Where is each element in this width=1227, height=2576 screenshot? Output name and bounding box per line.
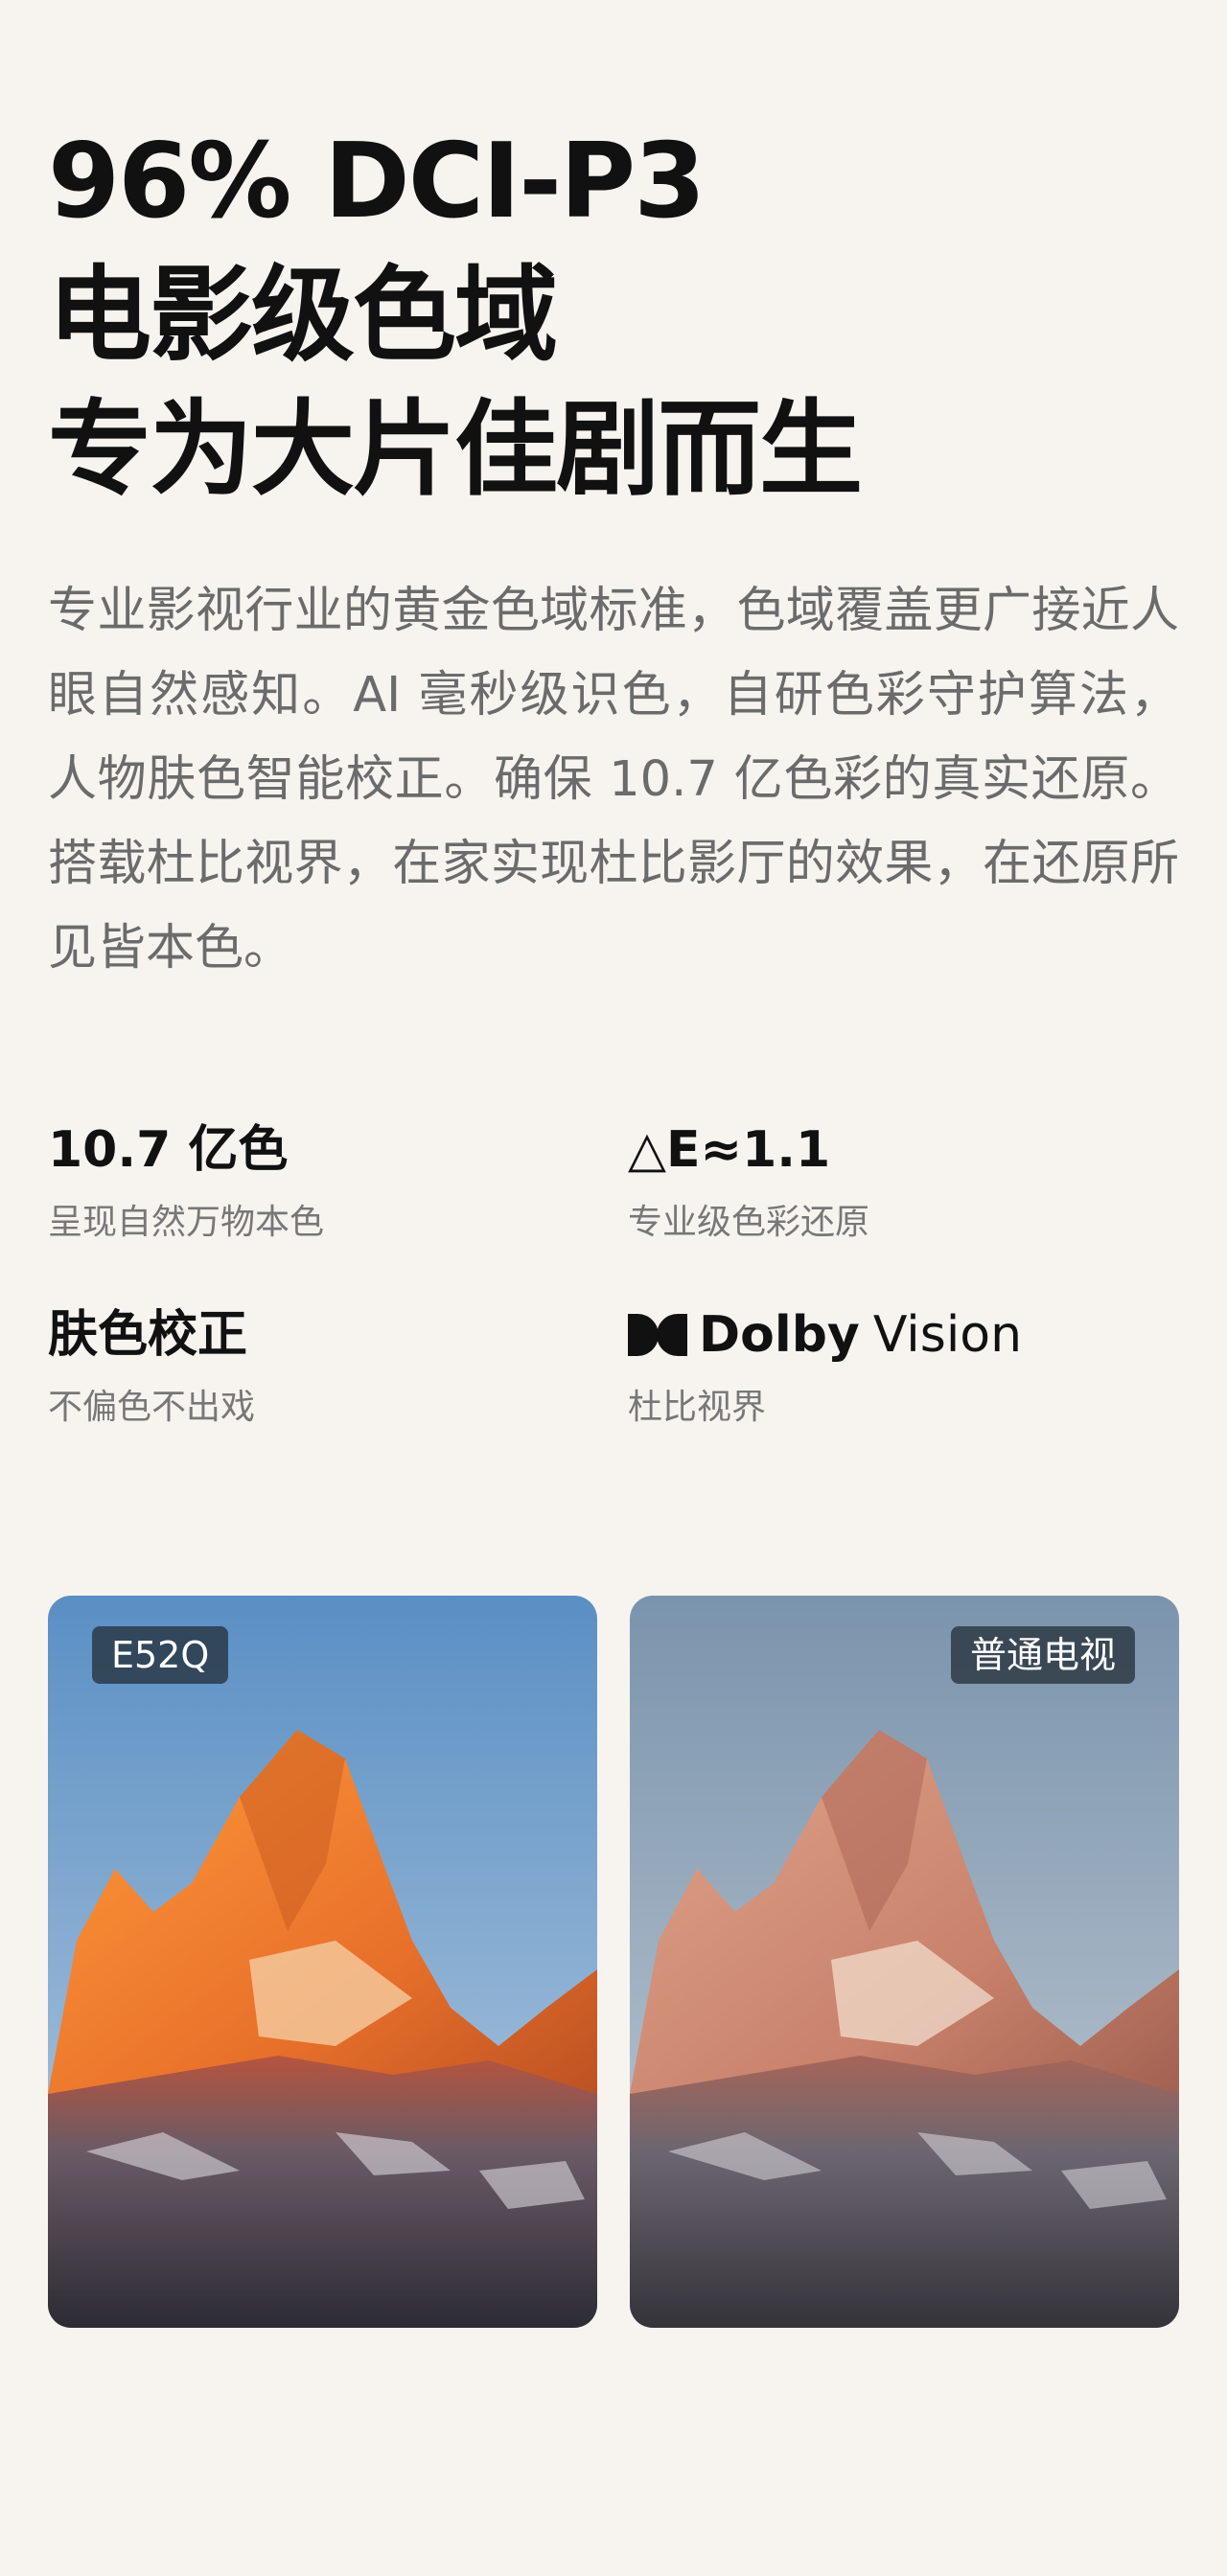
feature-grid: 10.7 亿色 呈现自然万物本色 △E≈1.1 专业级色彩还原 肤色校正 不偏色… — [48, 1116, 1179, 1434]
mountain-image-dull — [630, 1596, 1179, 2328]
dolby-vision-logo: Dolby Vision — [628, 1301, 1179, 1368]
headline-line-2: 电影级色域 — [48, 256, 558, 376]
feature-dolby-vision: Dolby Vision 杜比视界 — [628, 1301, 1179, 1434]
dolby-double-d-icon — [628, 1314, 687, 1356]
feature-skin-tone: 肤色校正 不偏色不出戏 — [48, 1301, 628, 1434]
comparison-photos: E52Q 普通电视 — [48, 1596, 1179, 2328]
feature-desc: 呈现自然万物本色 — [48, 1203, 325, 1242]
feature-title: 肤色校正 — [48, 1306, 248, 1364]
feature-title: △E≈1.1 — [628, 1121, 831, 1179]
feature-desc: 杜比视界 — [628, 1388, 767, 1427]
intro-paragraph: 专业影视行业的黄金色域标准，色域覆盖更广接近人眼自然感知。AI 毫秒级识色，自研… — [48, 583, 1179, 977]
feature-delta-e: △E≈1.1 专业级色彩还原 — [628, 1116, 1179, 1249]
feature-title: 10.7 亿色 — [48, 1121, 289, 1179]
headline-line-1: 96% DCI-P3 — [48, 122, 706, 242]
photo-normal-tv: 普通电视 — [630, 1596, 1179, 2328]
model-label-badge: E52Q — [92, 1626, 229, 1684]
comparison-label-badge: 普通电视 — [950, 1626, 1135, 1684]
headline-line-3: 专为大片佳剧而生 — [48, 390, 863, 510]
photo-e52q: E52Q — [48, 1596, 597, 2328]
dolby-word: Dolby — [699, 1306, 860, 1364]
feature-color-count: 10.7 亿色 呈现自然万物本色 — [48, 1116, 628, 1249]
feature-desc: 专业级色彩还原 — [628, 1203, 870, 1242]
vision-word: Vision — [872, 1306, 1023, 1364]
headline: 96% DCI-P3 电影级色域 专为大片佳剧而生 — [48, 115, 863, 518]
mountain-image-vivid — [48, 1596, 597, 2328]
feature-desc: 不偏色不出戏 — [48, 1388, 256, 1427]
